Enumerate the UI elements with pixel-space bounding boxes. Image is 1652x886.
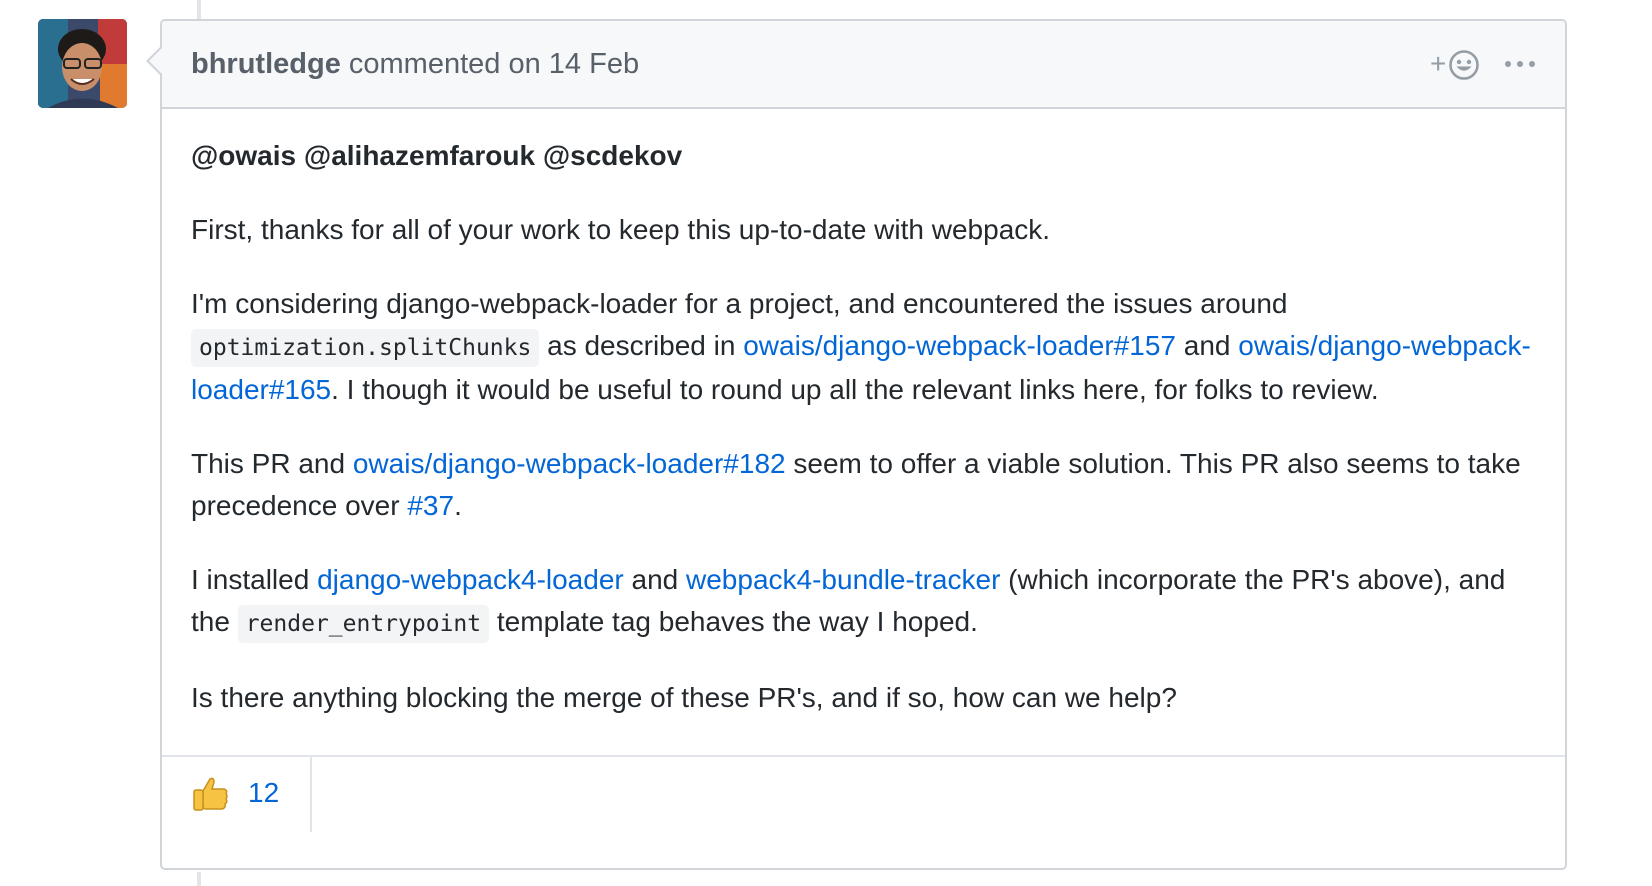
plus-icon: + — [1430, 48, 1447, 79]
issue-link-182[interactable]: owais/django-webpack-loader#182 — [353, 448, 786, 479]
text: and — [1175, 330, 1239, 361]
reaction-thumbs-up-button[interactable]: 12 — [162, 757, 312, 832]
comment-caret-fill — [149, 48, 162, 74]
text: I'm considering django-webpack-loader fo… — [191, 288, 1288, 319]
issue-link-157[interactable]: owais/django-webpack-loader#157 — [743, 330, 1176, 361]
comment-body: @owais @alihazemfarouk @scdekov First, t… — [191, 135, 1541, 751]
comment-meta: bhrutledge commented on 14 Feb — [191, 47, 639, 81]
mentions: @owais @alihazemfarouk @scdekov — [191, 135, 1541, 177]
paragraph-installed: I installed django-webpack4-loader and w… — [191, 559, 1541, 645]
paragraph-thanks: First, thanks for all of your work to ke… — [191, 214, 1051, 245]
text: as described in — [539, 330, 744, 361]
author-link[interactable]: bhrutledge — [191, 48, 341, 80]
paragraph-solution: This PR and owais/django-webpack-loader#… — [191, 443, 1541, 527]
comment-timestamp[interactable]: commented on 14 Feb — [341, 48, 639, 80]
comment-header: bhrutledge commented on 14 Feb + — [162, 21, 1565, 109]
repo-link-webpack4-bundle-tracker[interactable]: webpack4-bundle-tracker — [686, 564, 1000, 595]
timeline-line-bottom — [197, 872, 201, 886]
text: template tag behaves the way I hoped. — [489, 606, 978, 637]
reactions-bar: 12 — [162, 755, 1565, 868]
inline-code-render-entrypoint: render_entrypoint — [237, 605, 490, 643]
text: This PR and — [191, 448, 353, 479]
inline-code-splitchunks: optimization.splitChunks — [191, 329, 540, 367]
mention-scdekov[interactable]: @scdekov — [543, 140, 682, 171]
add-reaction-button[interactable]: + — [1430, 47, 1479, 83]
text: I installed — [191, 564, 318, 595]
text: . I though it would be useful to round u… — [331, 374, 1379, 405]
timeline-comment: bhrutledge commented on 14 Feb + @owais … — [160, 19, 1567, 870]
text: and — [623, 564, 687, 595]
author-avatar[interactable] — [38, 19, 127, 108]
reaction-count: 12 — [248, 777, 280, 808]
kebab-horizontal-icon[interactable] — [1503, 48, 1539, 78]
smiley-icon — [1449, 50, 1479, 80]
paragraph-considering: I'm considering django-webpack-loader fo… — [191, 283, 1541, 411]
timeline-line-top — [197, 0, 201, 19]
paragraph-question: Is there anything blocking the merge of … — [191, 682, 1177, 713]
mention-alihazemfarouk[interactable]: @alihazemfarouk — [304, 140, 535, 171]
issue-link-37[interactable]: #37 — [407, 490, 454, 521]
mention-owais[interactable]: @owais — [191, 140, 296, 171]
repo-link-django-webpack4-loader[interactable]: django-webpack4-loader — [317, 564, 624, 595]
thumbs-up-icon — [193, 777, 228, 811]
text: . — [454, 490, 462, 521]
